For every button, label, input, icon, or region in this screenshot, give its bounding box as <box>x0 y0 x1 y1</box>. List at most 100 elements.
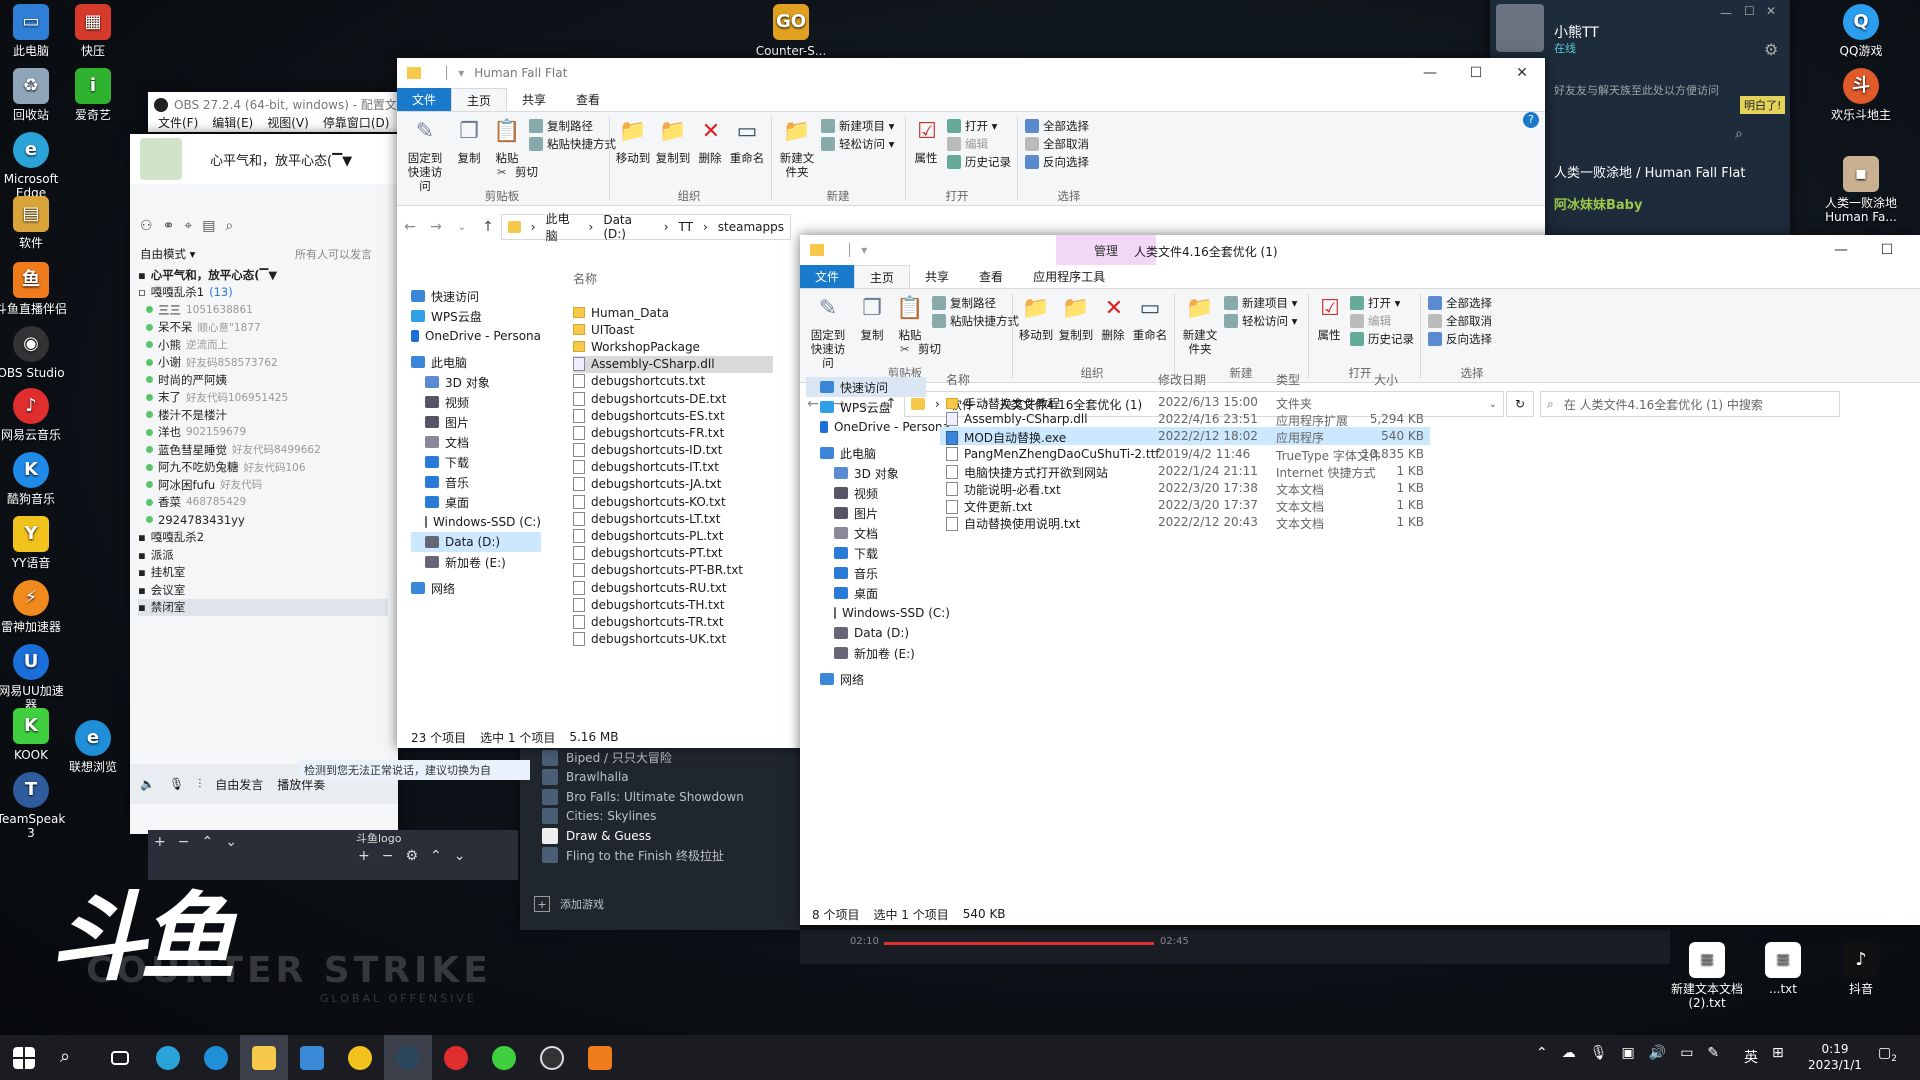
add-game-button[interactable]: + 添加游戏 <box>534 896 604 912</box>
steam-friend[interactable]: 阿冰妹妹Baby <box>1554 194 1642 213</box>
desktop-icon-kuaiya[interactable]: ▦ 快压 <box>56 4 130 58</box>
pen-icon[interactable]: ✎ <box>1707 1045 1719 1061</box>
properties-button[interactable]: ☑ 属性 <box>1314 293 1344 343</box>
desktop-icon-yy[interactable]: Y YY语音 <box>0 516 68 570</box>
desktop-icon-douyu[interactable]: 鱼斗鱼直播伴侣 <box>0 262 68 316</box>
up-button[interactable]: ↑ <box>475 219 501 235</box>
up-icon[interactable]: ⌃ <box>201 834 213 850</box>
search-icon[interactable]: ⌕ <box>1735 126 1743 142</box>
minimize-button[interactable]: — <box>1720 6 1732 20</box>
maximize-button[interactable]: ☐ <box>1453 58 1499 88</box>
table-row[interactable]: 手动替换文件教程 2022/6/13 15:00 文件夹 <box>940 393 1430 411</box>
list-item[interactable]: debugshortcuts-ID.txt <box>573 442 773 459</box>
nav-item-quick[interactable]: 快速访问 <box>411 286 541 306</box>
progress-bar[interactable] <box>884 942 1154 945</box>
notification-button[interactable]: ▢2 <box>1878 1045 1897 1064</box>
search-input[interactable]: ⌕ 在 人类文件4.16全套优化 (1) 中搜索 <box>1540 391 1840 417</box>
tab-file[interactable]: 文件 <box>397 88 452 111</box>
move-to-button[interactable]: 📁 移动到 <box>1018 293 1054 343</box>
taskbar-mail[interactable] <box>288 1035 336 1080</box>
tab-share[interactable]: 共享 <box>910 265 964 288</box>
close-button[interactable]: ✕ <box>1499 58 1545 88</box>
nav-item-d[interactable]: Data (D:) <box>411 532 541 552</box>
location-icon[interactable]: ⌖ <box>184 218 192 234</box>
member-item[interactable]: 阿冰困fufu 好友代码 <box>138 476 388 494</box>
select-all-button[interactable]: 全部选择 <box>1428 295 1492 311</box>
nav-item-e[interactable]: 新加卷 (E:) <box>411 552 541 572</box>
paste-shortcut-button[interactable]: 粘贴快捷方式 <box>529 136 616 152</box>
member-item[interactable]: 时尚的严阿姨 <box>138 371 388 389</box>
list-item[interactable]: debugshortcuts-RU.txt <box>573 579 773 596</box>
maximize-button[interactable]: ☐ <box>1744 4 1755 18</box>
member-item[interactable]: 小谢 好友码858573762 <box>138 354 388 372</box>
pin-quick-access-button[interactable]: ✎ 固定到快速访问 <box>403 116 447 194</box>
list-item[interactable]: debugshortcuts-JA.txt <box>573 476 773 493</box>
member-item[interactable]: 三三 1051638861 <box>138 301 388 319</box>
taskbar-kook[interactable] <box>480 1035 528 1080</box>
group-header[interactable]: ▫ 嘎嘎乱杀1 (13) <box>138 284 388 302</box>
ime-indicator[interactable]: 英 <box>1744 1047 1758 1067</box>
paste-button[interactable]: 📋 粘贴 <box>892 293 928 343</box>
member-item[interactable]: 楼汁不是楼汁 <box>138 406 388 424</box>
taskbar-netease[interactable] <box>432 1035 480 1080</box>
cut-button[interactable]: ✂ 剪切 <box>497 164 538 180</box>
chevron-up-icon[interactable]: ⌃ <box>1536 1045 1548 1061</box>
member-item[interactable]: 末了 好友代码106951425 <box>138 389 388 407</box>
member-item[interactable]: 小熊 逆流而上 <box>138 336 388 354</box>
list-item[interactable]: Human_Data <box>573 304 773 321</box>
search-icon[interactable]: ⌕ <box>225 218 233 234</box>
member-item[interactable]: 洋也 902159679 <box>138 424 388 442</box>
list-item[interactable]: debugshortcuts-UK.txt <box>573 631 773 648</box>
mic-icon[interactable]: 🎙 <box>169 777 184 791</box>
list-item[interactable]: debugshortcuts-IT.txt <box>573 459 773 476</box>
desktop-icon-netease-music[interactable]: ♪ 网易云音乐 <box>0 388 68 442</box>
member-item[interactable]: 呆不呆 顺心意"1877 <box>138 319 388 337</box>
nav-item-videos[interactable]: 视频 <box>411 392 541 412</box>
desktop-icon-douyin[interactable]: ♪ 抖音 <box>1824 942 1898 996</box>
cut-button[interactable]: ✂ 剪切 <box>900 341 941 357</box>
nav-item-downloads[interactable]: 下载 <box>820 543 950 563</box>
nav-item-desktop[interactable]: 桌面 <box>411 492 541 512</box>
room-item[interactable]: ▪ 会议室 <box>138 581 388 599</box>
desktop-icon-leishen[interactable]: ⚡ 雷神加速器 <box>0 580 68 634</box>
room-item[interactable]: ▪ 派派 <box>138 546 388 564</box>
table-row[interactable]: 电脑快捷方式打开欲到网站 2022/1/24 21:11 Internet 快捷方式… <box>940 462 1430 480</box>
copy-path-button[interactable]: 复制路径 <box>932 295 996 311</box>
link-icon[interactable]: ⚭ <box>163 218 175 234</box>
desktop-icon-obs[interactable]: ◉ OBS Studio <box>0 326 68 380</box>
nav-item-onedrive[interactable]: OneDrive - Persona <box>411 326 541 346</box>
new-folder-button[interactable]: 📁 新建文件夹 <box>1182 293 1218 357</box>
nav-item-wps[interactable]: WPS云盘 <box>411 306 541 326</box>
nav-item-pictures[interactable]: 图片 <box>411 412 541 432</box>
column-name[interactable]: 名称 <box>946 371 970 388</box>
list-item[interactable]: debugshortcuts-PL.txt <box>573 527 773 544</box>
gear-icon[interactable]: ⚙ <box>405 848 418 864</box>
tab-share[interactable]: 共享 <box>507 88 561 111</box>
invert-selection-button[interactable]: 反向选择 <box>1428 331 1492 347</box>
copy-path-button[interactable]: 复制路径 <box>529 118 593 134</box>
open-button[interactable]: 打开 ▾ <box>947 118 997 134</box>
down-icon[interactable]: ⌄ <box>225 834 237 850</box>
network-icon[interactable]: ▭ <box>1680 1045 1693 1061</box>
clock[interactable]: 0:19 2023/1/1 <box>1800 1041 1870 1073</box>
list-item[interactable]: debugshortcuts-ES.txt <box>573 407 773 424</box>
copy-button[interactable]: ❐ 复制 <box>854 293 890 343</box>
nav-item-objects[interactable]: 3D 对象 <box>411 372 541 392</box>
taskbar-edge[interactable] <box>144 1035 192 1080</box>
easy-access-button[interactable]: 轻松访问 ▾ <box>1224 313 1297 329</box>
gear-icon[interactable]: ⚙ <box>1764 40 1778 59</box>
table-row[interactable]: PangMenZhengDaoCuShuTi-2.ttf 2019/4/2 11:… <box>940 445 1430 463</box>
maximize-button[interactable]: ☐ <box>1864 235 1910 265</box>
search-button[interactable]: ⌕ <box>48 1035 96 1080</box>
member-item[interactable]: 蓝色彗星睡觉 好友代码8499662 <box>138 441 388 459</box>
desktop-icon-teamspeak[interactable]: T TeamSpeak 3 <box>0 772 68 840</box>
tab-view[interactable]: 查看 <box>561 88 615 111</box>
nav-item-music[interactable]: 音乐 <box>820 563 950 583</box>
edit-button[interactable]: 编辑 <box>947 136 988 152</box>
paste-button[interactable]: 📋 粘贴 <box>489 116 525 166</box>
nav-item-docs[interactable]: 文档 <box>411 432 541 452</box>
avatar[interactable] <box>1496 4 1544 52</box>
room-item[interactable]: ▪ 嘎嘎乱杀2 <box>138 529 388 547</box>
list-item[interactable]: debugshortcuts-KO.txt <box>573 493 773 510</box>
copy-button[interactable]: ❐ 复制 <box>451 116 487 166</box>
